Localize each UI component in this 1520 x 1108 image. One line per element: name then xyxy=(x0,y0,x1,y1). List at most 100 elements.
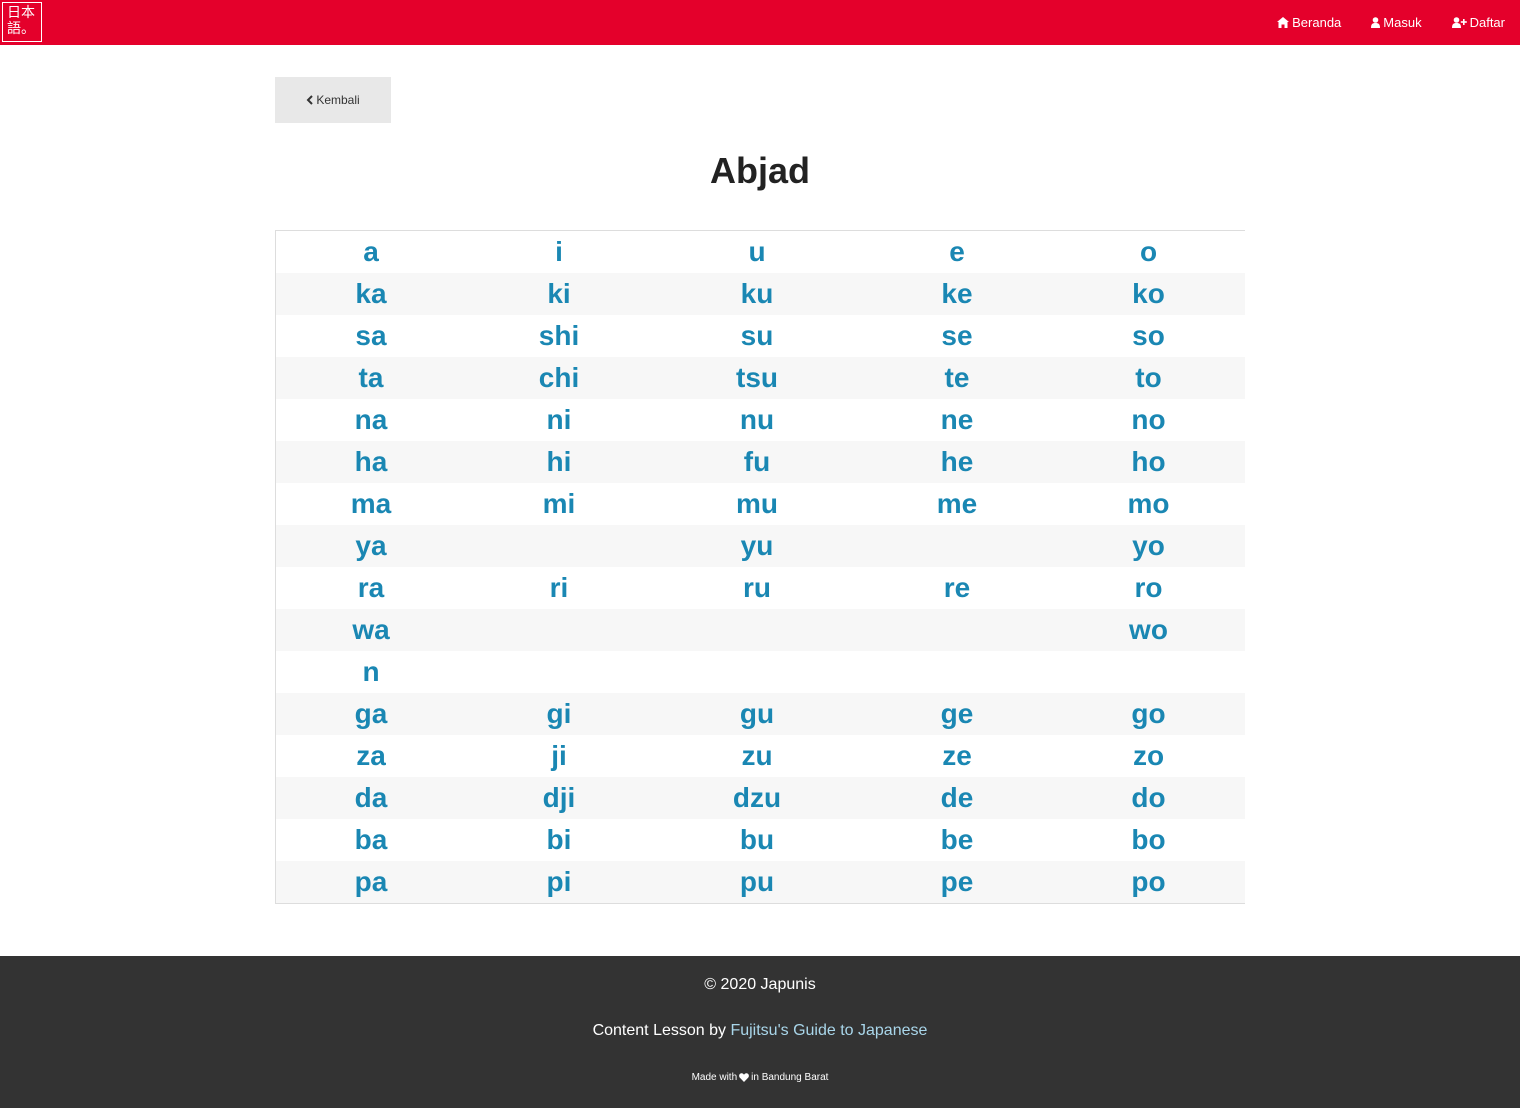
back-button-label: Kembali xyxy=(316,93,360,107)
syllable-link[interactable]: te xyxy=(862,357,1052,399)
nav-links: Beranda Masuk Daftar xyxy=(1247,0,1505,45)
syllable-link[interactable]: chi xyxy=(466,357,652,399)
syllable-link[interactable]: ho xyxy=(1052,441,1245,483)
empty-cell xyxy=(466,525,652,567)
syllable-link[interactable]: ga xyxy=(276,693,466,735)
table-row: na ni nu ne no xyxy=(276,399,1245,441)
syllable-link[interactable]: o xyxy=(1052,231,1245,273)
table-row: ra ri ru re ro xyxy=(276,567,1245,609)
syllable-link[interactable]: pu xyxy=(652,861,862,903)
syllable-link[interactable]: wo xyxy=(1052,609,1245,651)
syllable-link[interactable]: ta xyxy=(276,357,466,399)
syllable-link[interactable]: za xyxy=(276,735,466,777)
empty-cell xyxy=(652,609,862,651)
syllable-link[interactable]: ra xyxy=(276,567,466,609)
site-logo[interactable]: 日本語。 xyxy=(2,2,42,42)
syllable-link[interactable]: de xyxy=(862,777,1052,819)
nav-daftar[interactable]: Daftar xyxy=(1451,15,1505,30)
syllable-link[interactable]: ku xyxy=(652,273,862,315)
syllable-link[interactable]: mi xyxy=(466,483,652,525)
syllable-link[interactable]: ke xyxy=(862,273,1052,315)
syllable-link[interactable]: bu xyxy=(652,819,862,861)
syllable-link[interactable]: fu xyxy=(652,441,862,483)
syllable-link[interactable]: pi xyxy=(466,861,652,903)
syllable-link[interactable]: zo xyxy=(1052,735,1245,777)
syllable-link[interactable]: mo xyxy=(1052,483,1245,525)
table-row: pa pi pu pe po xyxy=(276,861,1245,903)
syllable-link[interactable]: dji xyxy=(466,777,652,819)
syllable-link[interactable]: gu xyxy=(652,693,862,735)
syllable-link[interactable]: i xyxy=(466,231,652,273)
syllable-link[interactable]: re xyxy=(862,567,1052,609)
syllable-link[interactable]: sa xyxy=(276,315,466,357)
syllable-link[interactable]: ka xyxy=(276,273,466,315)
syllable-link[interactable]: ya xyxy=(276,525,466,567)
table-row: ya yu yo xyxy=(276,525,1245,567)
syllable-link[interactable]: to xyxy=(1052,357,1245,399)
syllable-link[interactable]: yo xyxy=(1052,525,1245,567)
user-icon xyxy=(1371,17,1381,28)
credit-link[interactable]: Fujitsu's Guide to Japanese xyxy=(730,1022,927,1039)
syllable-link[interactable]: ko xyxy=(1052,273,1245,315)
syllable-link[interactable]: ki xyxy=(466,273,652,315)
syllable-link[interactable]: se xyxy=(862,315,1052,357)
syllable-link[interactable]: a xyxy=(276,231,466,273)
syllable-link[interactable]: tsu xyxy=(652,357,862,399)
nav-beranda-label: Beranda xyxy=(1292,15,1342,30)
syllable-link[interactable]: shi xyxy=(466,315,652,357)
alphabet-table: a i u e o ka ki ku ke ko sa shi su se so ta chi tsu te to na… xyxy=(275,230,1245,904)
syllable-link[interactable]: ma xyxy=(276,483,466,525)
table-row: sa shi su se so xyxy=(276,315,1245,357)
syllable-link[interactable]: ji xyxy=(466,735,652,777)
syllable-link[interactable]: da xyxy=(276,777,466,819)
syllable-link[interactable]: bi xyxy=(466,819,652,861)
syllable-link[interactable]: no xyxy=(1052,399,1245,441)
empty-cell xyxy=(466,651,652,693)
syllable-link[interactable]: bo xyxy=(1052,819,1245,861)
syllable-link[interactable]: gi xyxy=(466,693,652,735)
empty-cell xyxy=(652,651,862,693)
made-prefix: Made with xyxy=(691,1072,738,1083)
syllable-link[interactable]: go xyxy=(1052,693,1245,735)
syllable-link[interactable]: pa xyxy=(276,861,466,903)
syllable-link[interactable]: hi xyxy=(466,441,652,483)
syllable-link[interactable]: u xyxy=(652,231,862,273)
syllable-link[interactable]: wa xyxy=(276,609,466,651)
syllable-link[interactable]: ze xyxy=(862,735,1052,777)
table-row: ta chi tsu te to xyxy=(276,357,1245,399)
syllable-link[interactable]: ru xyxy=(652,567,862,609)
syllable-link[interactable]: yu xyxy=(652,525,862,567)
syllable-link[interactable]: ge xyxy=(862,693,1052,735)
syllable-link[interactable]: zu xyxy=(652,735,862,777)
syllable-link[interactable]: na xyxy=(276,399,466,441)
empty-cell xyxy=(1052,651,1245,693)
syllable-link[interactable]: n xyxy=(276,651,466,693)
syllable-link[interactable]: ba xyxy=(276,819,466,861)
syllable-link[interactable]: nu xyxy=(652,399,862,441)
syllable-link[interactable]: do xyxy=(1052,777,1245,819)
syllable-link[interactable]: su xyxy=(652,315,862,357)
syllable-link[interactable]: dzu xyxy=(652,777,862,819)
table-row: ma mi mu me mo xyxy=(276,483,1245,525)
syllable-link[interactable]: ha xyxy=(276,441,466,483)
syllable-link[interactable]: he xyxy=(862,441,1052,483)
syllable-link[interactable]: ri xyxy=(466,567,652,609)
syllable-link[interactable]: po xyxy=(1052,861,1245,903)
made-with-text: Made with in Bandung Barat xyxy=(0,1072,1520,1083)
syllable-link[interactable]: e xyxy=(862,231,1052,273)
nav-masuk[interactable]: Masuk xyxy=(1371,15,1422,30)
syllable-link[interactable]: ro xyxy=(1052,567,1245,609)
syllable-link[interactable]: pe xyxy=(862,861,1052,903)
nav-daftar-label: Daftar xyxy=(1469,15,1505,30)
nav-beranda[interactable]: Beranda xyxy=(1277,15,1341,30)
syllable-link[interactable]: ne xyxy=(862,399,1052,441)
back-button[interactable]: Kembali xyxy=(275,77,391,123)
syllable-link[interactable]: so xyxy=(1052,315,1245,357)
syllable-link[interactable]: mu xyxy=(652,483,862,525)
syllable-link[interactable]: be xyxy=(862,819,1052,861)
copyright-text: © 2020 Japunis xyxy=(704,976,816,993)
table-row: wa wo xyxy=(276,609,1245,651)
syllable-link[interactable]: me xyxy=(862,483,1052,525)
syllable-link[interactable]: ni xyxy=(466,399,652,441)
table-row: za ji zu ze zo xyxy=(276,735,1245,777)
